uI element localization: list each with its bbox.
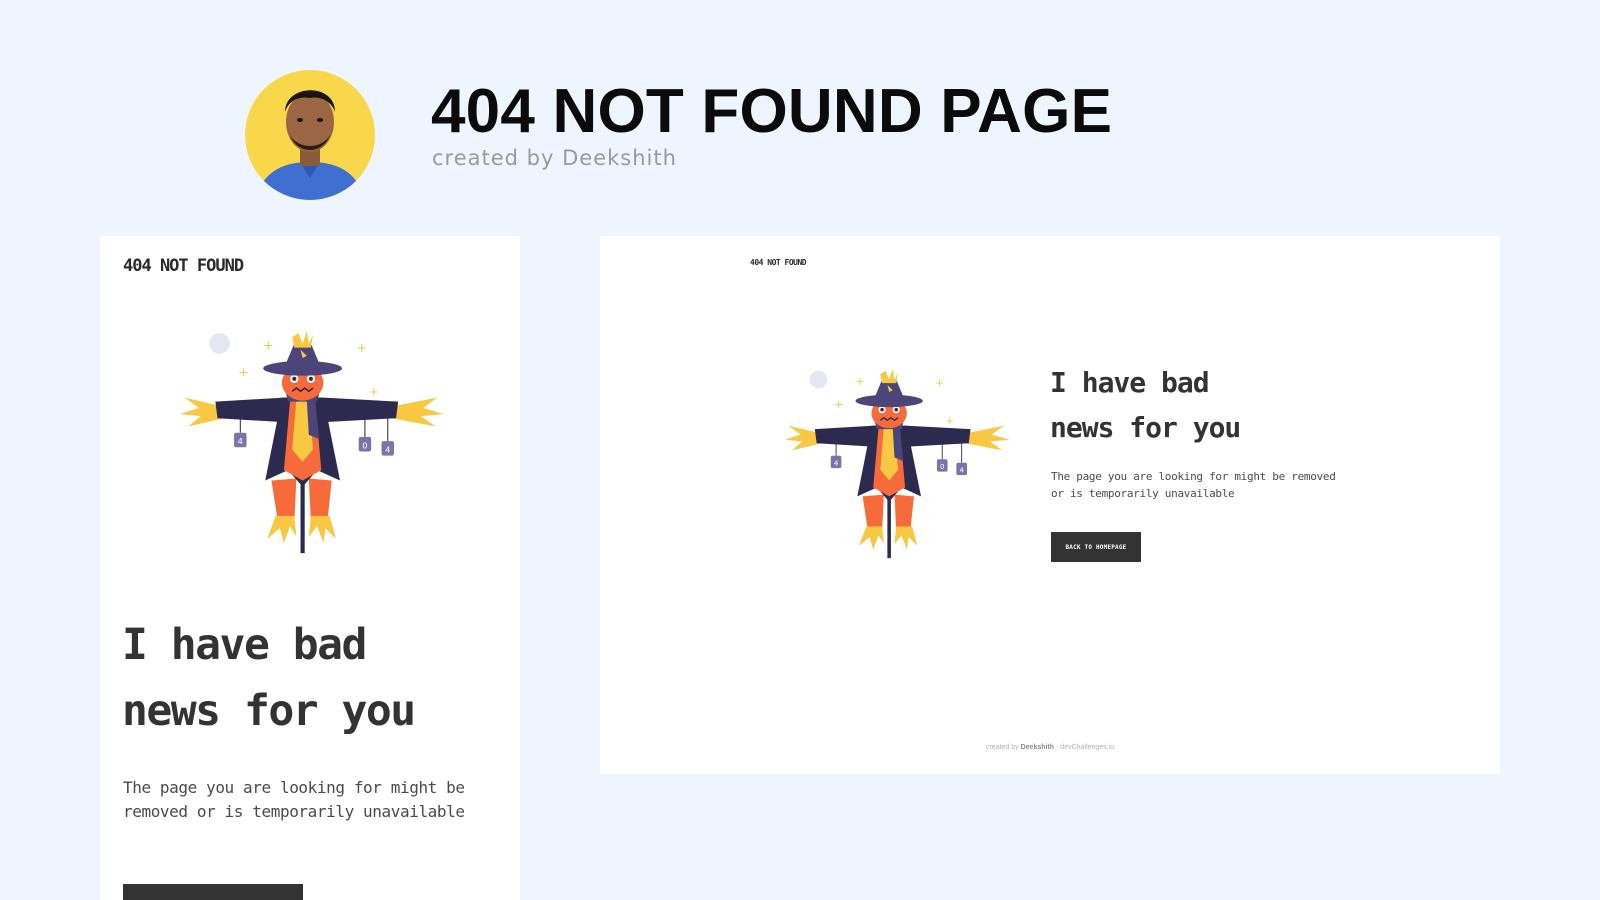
error-heading-line-2: news for you bbox=[122, 686, 416, 736]
footer-credit: created by Deekshith - devChallenges.io bbox=[600, 744, 1500, 751]
error-heading-line-2: news for you bbox=[1050, 411, 1241, 444]
mobile-preview: 404 NOT FOUND I have bad news for you Th… bbox=[100, 236, 520, 900]
error-description-line-1: The page you are looking for might be bbox=[123, 778, 465, 797]
page-title: 404 NOT FOUND PAGE bbox=[431, 77, 1113, 146]
error-description: The page you are looking for might be re… bbox=[123, 776, 503, 824]
error-heading-line-1: I have bad bbox=[1050, 366, 1210, 399]
logo[interactable]: 404 NOT FOUND bbox=[123, 256, 244, 276]
page-subtitle: created by Deekshith bbox=[432, 146, 677, 170]
error-heading: I have bad news for you bbox=[122, 612, 512, 744]
author-photo-icon bbox=[255, 90, 365, 200]
back-to-homepage-button[interactable] bbox=[123, 884, 303, 900]
footer-suffix[interactable]: - devChallenges.io bbox=[1056, 744, 1114, 751]
back-to-homepage-button[interactable]: BACK TO HOMEPAGE bbox=[1051, 532, 1141, 562]
footer-prefix: created by bbox=[985, 744, 1019, 751]
footer-author-link[interactable]: Deekshith bbox=[1021, 744, 1054, 751]
error-description-line-2: removed or is temporarily unavailable bbox=[123, 802, 465, 821]
error-description-line-1: The page you are looking for might be re… bbox=[1051, 470, 1336, 483]
desktop-preview: 404 NOT FOUND I have bad news for you Th… bbox=[600, 236, 1500, 774]
error-heading-line-1: I have bad bbox=[122, 620, 367, 670]
scarecrow-illustration bbox=[178, 324, 448, 554]
error-description: The page you are looking for might be re… bbox=[1051, 468, 1391, 502]
logo[interactable]: 404 NOT FOUND bbox=[750, 258, 807, 267]
scarecrow-illustration bbox=[783, 361, 1013, 561]
author-avatar bbox=[245, 70, 375, 200]
error-heading: I have bad news for you bbox=[1050, 360, 1241, 450]
error-description-line-2: or is temporarily unavailable bbox=[1051, 487, 1235, 500]
